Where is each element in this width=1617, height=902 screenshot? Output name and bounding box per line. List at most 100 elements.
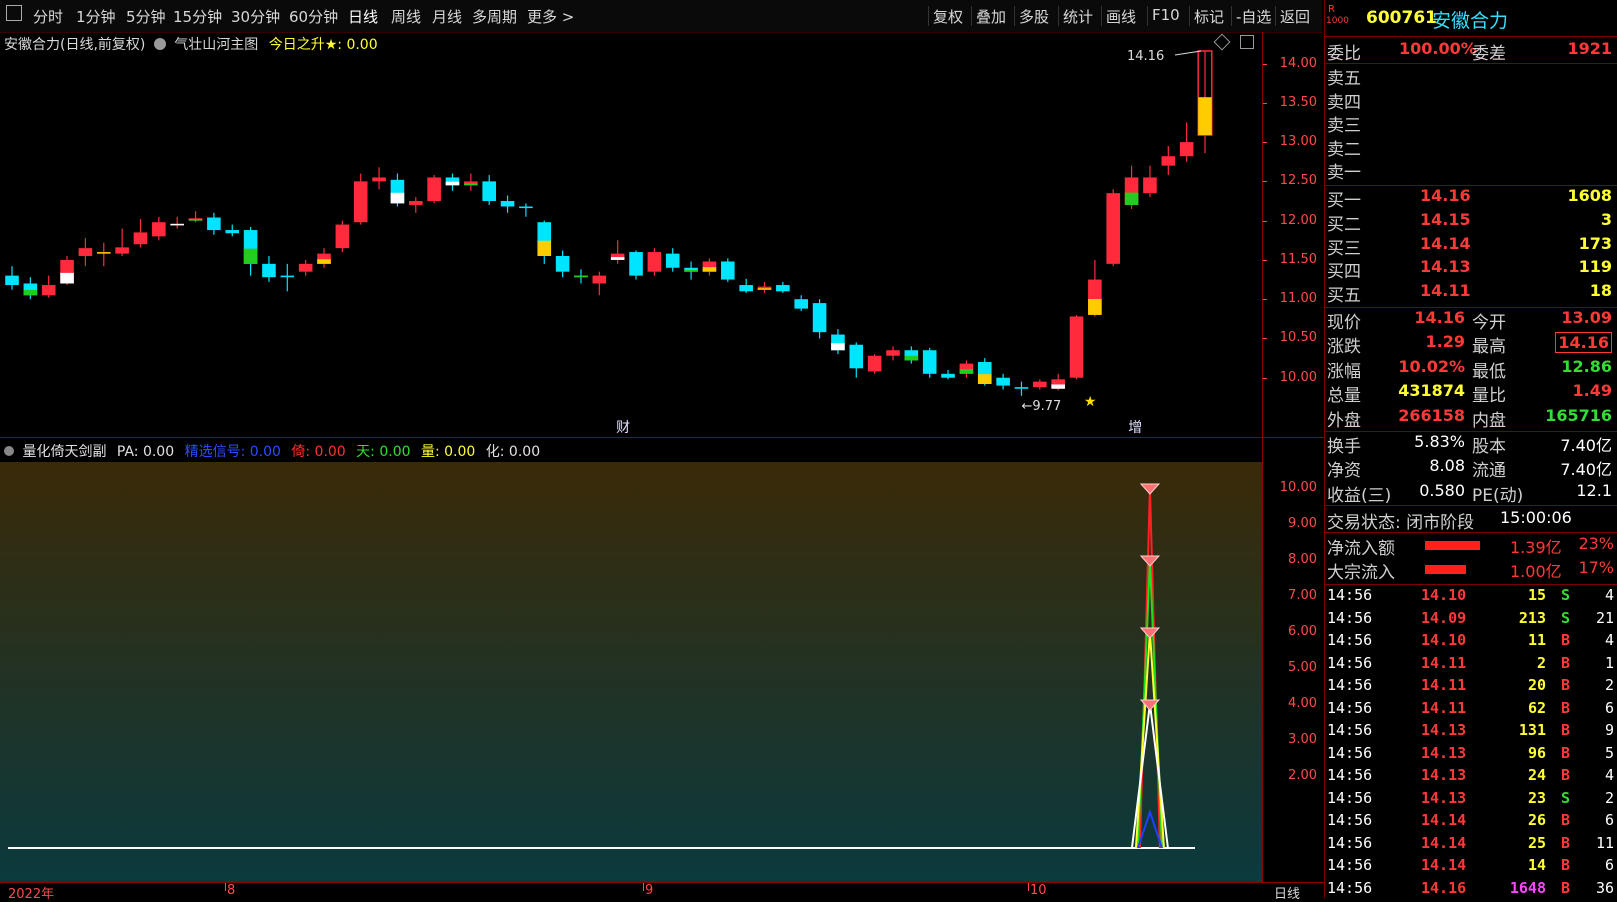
period-tab-10[interactable]: 更多 > <box>527 6 574 27</box>
stat-label: PE(动) <box>1472 485 1524 506</box>
fundamental-row: 净资 8.08 流通 7.40亿 <box>1325 456 1617 482</box>
period-tab-9[interactable]: 多周期 <box>472 6 517 27</box>
quote-panel: R 1000 600761 安徽合力 委比 100.00% 委差 1921 卖五… <box>1324 0 1617 898</box>
tool-button-5[interactable]: F10 <box>1152 6 1180 24</box>
signal-subchart <box>0 462 1262 882</box>
candle-body <box>665 253 680 268</box>
trade-count: 4 <box>1604 631 1614 649</box>
period-tab-6[interactable]: 日线 <box>348 6 378 27</box>
tool-button-0[interactable]: 复权 <box>933 6 963 27</box>
sub-indicator-name[interactable]: 量化倚天剑副 <box>22 444 106 460</box>
weibi-row: 委比 100.00% 委差 1921 <box>1325 39 1617 64</box>
candle-body <box>500 201 515 207</box>
signal-tick: 6.00 <box>1288 624 1317 639</box>
period-tab-8[interactable]: 月线 <box>432 6 462 27</box>
weibi-value: 100.00% <box>1399 39 1477 58</box>
tool-button-1[interactable]: 叠加 <box>976 6 1006 27</box>
candle-highlight <box>96 252 111 254</box>
price-tick-mark <box>1263 142 1267 144</box>
tool-button-8[interactable]: 返回 <box>1280 6 1310 27</box>
candle-body <box>922 350 937 374</box>
candle-body <box>776 285 790 292</box>
ask-label: 卖五 <box>1327 69 1361 89</box>
hua-value: 化: 0.00 <box>485 444 541 460</box>
bid-label: 买一 <box>1327 191 1361 211</box>
candle-body <box>1161 156 1176 166</box>
stat-value: 8.08 <box>1429 456 1465 476</box>
price-tick: 12.50 <box>1279 173 1317 189</box>
bid-price: 14.16 <box>1420 186 1471 205</box>
tool-button-4[interactable]: 画线 <box>1106 6 1136 27</box>
candle-highlight <box>904 355 919 361</box>
sub-indicator-icon[interactable] <box>4 446 14 456</box>
candle-body <box>812 303 827 333</box>
candle-highlight <box>188 219 203 221</box>
period-tab-0[interactable]: 分时 <box>33 6 63 27</box>
trade-count: 21 <box>1595 608 1614 627</box>
candle-body <box>427 177 441 202</box>
toolbar-divider <box>1058 6 1059 26</box>
trade-count: 6 <box>1604 856 1614 874</box>
trade-price: 14.13 <box>1421 766 1467 784</box>
trade-volume: 131 <box>1518 721 1546 739</box>
signal-value: 精选信号: 0.00 <box>184 444 281 460</box>
price-tick: 14.00 <box>1279 55 1317 71</box>
candle-body <box>353 181 368 223</box>
stat-value: 266158 <box>1398 405 1465 425</box>
stat-label: 最低 <box>1472 361 1506 382</box>
pa-value: PA: 0.00 <box>116 444 175 460</box>
candle-body <box>794 299 809 309</box>
weibi-label: 委比 <box>1327 44 1361 64</box>
stat-label: 今开 <box>1472 313 1506 333</box>
price-axis: 14.00 13.50 13.00 12.50 12.00 11.50 11.00 10.50… <box>1262 32 1325 438</box>
ask-row: 卖二 <box>1325 135 1617 160</box>
period-label[interactable]: 日线 <box>1274 883 1300 902</box>
tool-button-3[interactable]: 统计 <box>1063 6 1093 27</box>
stat-label: 现价 <box>1327 313 1361 333</box>
ask-row: 卖五 <box>1325 64 1617 89</box>
high-price-marker: 14.16 <box>1127 49 1164 64</box>
candle-body <box>207 217 221 231</box>
trade-volume: 14 <box>1527 856 1546 874</box>
toolbar-divider <box>1275 6 1276 26</box>
tool-button-6[interactable]: 标记 <box>1194 6 1224 27</box>
star-icon: ★ <box>1084 394 1097 410</box>
candle-highlight <box>317 259 331 264</box>
stat-value: 5.83% <box>1414 432 1465 451</box>
price-tick: 11.50 <box>1279 251 1317 267</box>
period-tab-1[interactable]: 1分钟 <box>76 6 116 27</box>
candle-highlight <box>243 248 258 264</box>
tick-trade-row: 14:56 14.13 96 B 5 <box>1325 744 1617 766</box>
bid-label: 买二 <box>1327 214 1361 235</box>
trade-price: 14.11 <box>1421 653 1467 672</box>
trade-price: 14.14 <box>1421 856 1467 874</box>
stat-label: 流通 <box>1472 461 1506 482</box>
trade-side: B <box>1561 631 1571 649</box>
period-tab-7[interactable]: 周线 <box>391 6 421 27</box>
tick-trade-row: 14:56 14.13 131 B 9 <box>1325 721 1617 743</box>
period-tab-2[interactable]: 5分钟 <box>126 6 166 27</box>
candle-body <box>629 252 643 276</box>
period-tab-5[interactable]: 60分钟 <box>289 6 338 27</box>
tool-button-7[interactable]: -自选 <box>1236 6 1271 27</box>
stat-value: 1.49 <box>1572 381 1612 401</box>
candle-highlight <box>390 192 405 204</box>
trade-time: 14:56 <box>1327 676 1373 694</box>
flow-label: 净流入额 <box>1327 539 1395 559</box>
trade-price: 14.14 <box>1421 833 1467 852</box>
period-tab-4[interactable]: 30分钟 <box>231 6 280 27</box>
tool-button-2[interactable]: 多股 <box>1019 6 1049 27</box>
price-tick: 12.00 <box>1279 212 1317 228</box>
stat-value: 7.40亿 <box>1560 436 1612 455</box>
menu-toggle-icon[interactable] <box>6 5 22 21</box>
tick-trade-row: 14:56 14.13 23 S 2 <box>1325 789 1617 811</box>
candle-body <box>849 344 864 369</box>
candle-body <box>867 355 882 372</box>
stat-label: 总量 <box>1327 386 1361 407</box>
trade-time: 14:56 <box>1327 878 1373 897</box>
candle-highlight <box>959 369 974 374</box>
period-tab-3[interactable]: 15分钟 <box>173 6 222 27</box>
candle-body <box>519 206 533 209</box>
tick-trade-row: 14:56 14.14 26 B 6 <box>1325 811 1617 833</box>
signal-axis: 10.00 9.00 8.00 7.00 6.00 5.00 4.00 3.00 2.00 <box>1262 438 1325 882</box>
